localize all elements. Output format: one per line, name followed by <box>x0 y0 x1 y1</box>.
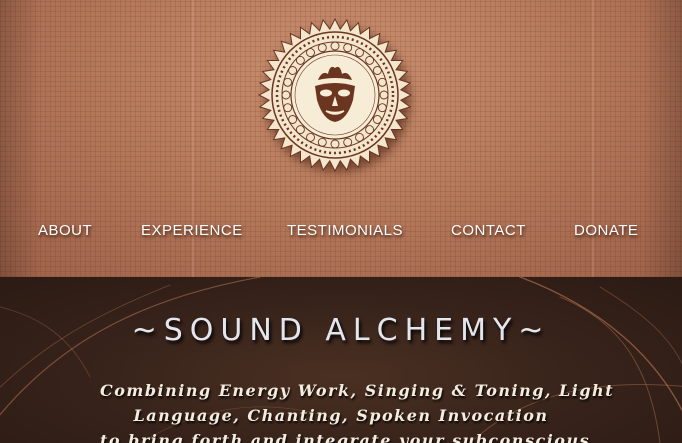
hero-section: ~SOUND ALCHEMY~ Combining Energy Work, S… <box>0 277 682 443</box>
hero-subtitle-line: Combining Energy Work, Singing & Toning,… <box>100 381 615 400</box>
mask-mandala-icon <box>257 18 413 173</box>
hero-subtitle-line: Language, Chanting, Spoken Invocation <box>133 406 549 425</box>
nav-donate[interactable]: DONATE <box>574 218 638 244</box>
nav-experience[interactable]: EXPERIENCE <box>141 218 243 244</box>
main-nav: ABOUT EXPERIENCE TESTIMONIALS CONTACT DO… <box>0 218 682 244</box>
site-header: ABOUT EXPERIENCE TESTIMONIALS CONTACT DO… <box>0 0 682 277</box>
nav-about[interactable]: ABOUT <box>38 218 92 244</box>
hero-subtitle-line: to bring forth and integrate your subcon… <box>100 431 591 443</box>
nav-contact[interactable]: CONTACT <box>451 218 526 244</box>
hero-title: ~SOUND ALCHEMY~ <box>131 313 551 348</box>
nav-testimonials[interactable]: TESTIMONIALS <box>287 218 403 244</box>
site-logo[interactable] <box>252 18 418 184</box>
